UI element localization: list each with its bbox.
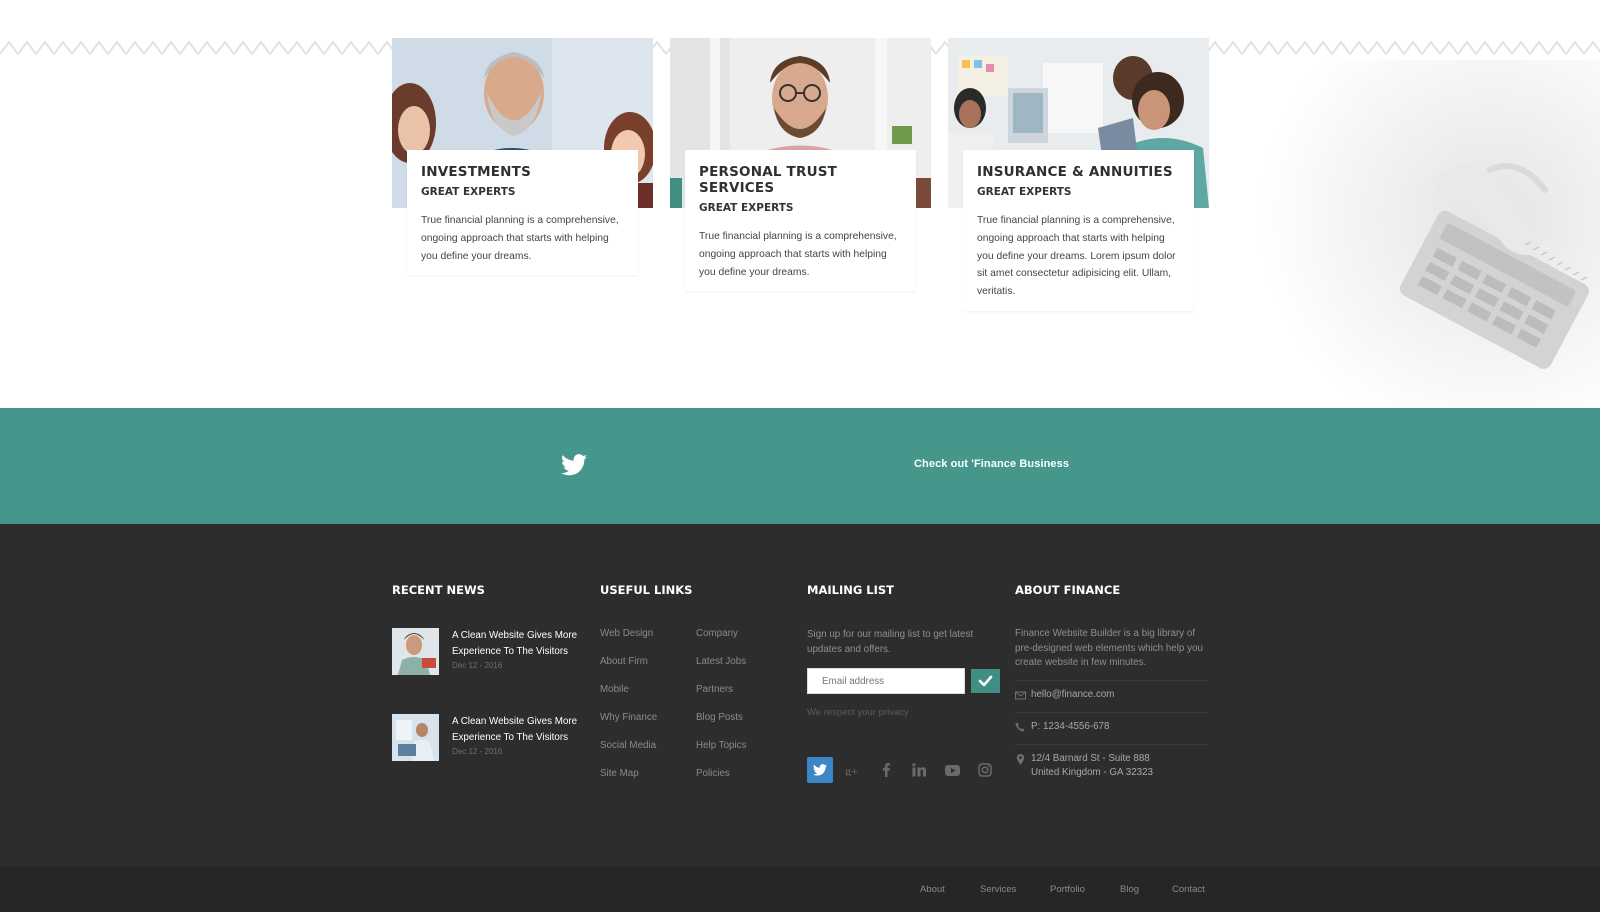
news-date: Dec 12 - 2016 [452,661,503,670]
footer-link[interactable]: Blog Posts [696,712,743,723]
service-card-body: INSURANCE & ANNUITIES GREAT EXPERTS True… [963,150,1194,311]
divider [1015,680,1207,681]
news-item[interactable]: A Clean Website Gives More Experience To… [392,628,592,678]
services-section: INVESTMENTS GREAT EXPERTS True financial… [0,0,1600,408]
bottom-link-contact[interactable]: Contact [1172,884,1205,895]
phone-icon [1015,722,1025,732]
address-line-2: United Kingdom - GA 32323 [1031,767,1153,778]
linkedin-icon[interactable] [906,757,932,783]
service-description: True financial planning is a comprehensi… [699,231,897,278]
service-card-body: INVESTMENTS GREAT EXPERTS True financial… [407,150,638,276]
footer-link[interactable]: Help Topics [696,740,746,751]
address-line-1: 12/4 Barnard St - Suite 888 [1031,753,1150,764]
useful-links-heading: USEFUL LINKS [600,583,693,597]
service-description: True financial planning is a comprehensi… [977,215,1176,298]
svg-text:g+: g+ [845,764,858,776]
facebook-icon[interactable] [873,757,899,783]
footer-link[interactable]: About Firm [600,656,648,667]
news-thumbnail[interactable] [392,714,439,761]
about-description: Finance Website Builder is a big library… [1015,628,1203,668]
bottom-link-blog[interactable]: Blog [1120,884,1139,895]
contact-email-value[interactable]: hello@finance.com [1031,688,1114,702]
service-card-body: PERSONAL TRUST SERVICES GREAT EXPERTS Tr… [685,150,916,292]
about-finance-heading: ABOUT FINANCE [1015,583,1121,597]
news-title[interactable]: A Clean Website Gives More Experience To… [452,714,592,745]
news-date: Dec 12 - 2016 [452,747,503,756]
recent-news-heading: RECENT NEWS [392,583,485,597]
subscribe-button[interactable] [971,669,1000,693]
footer-link[interactable]: Mobile [600,684,629,695]
mailing-list-description: Sign up for our mailing list to get late… [807,629,974,655]
site-footer [0,524,1600,867]
bottom-link-services[interactable]: Services [980,884,1016,895]
checkmark-icon [978,675,993,687]
footer-link[interactable]: Policies [696,768,730,779]
footer-link[interactable]: Partners [696,684,733,695]
contact-phone-value: P: 1234-4556-678 [1031,721,1110,732]
footer-link[interactable]: Web Design [600,628,653,639]
service-title: PERSONAL TRUST SERVICES [699,164,838,196]
service-subtitle: GREAT EXPERTS [977,186,1072,198]
footer-link[interactable]: Company [696,628,738,639]
footer-link[interactable]: Latest Jobs [696,656,746,667]
email-input[interactable] [807,668,965,694]
service-title: INVESTMENTS [421,164,532,180]
bottom-nav-bar [0,867,1600,912]
mailing-list-heading: MAILING LIST [807,583,895,597]
service-subtitle: GREAT EXPERTS [699,202,794,214]
twitter-feed-bar [0,408,1600,524]
footer-link[interactable]: Social Media [600,740,656,751]
bottom-link-about[interactable]: About [920,884,945,895]
twitter-icon[interactable] [807,757,833,783]
news-item[interactable]: A Clean Website Gives More Experience To… [392,714,592,764]
news-title[interactable]: A Clean Website Gives More Experience To… [452,628,592,659]
footer-link[interactable]: Site Map [600,768,639,779]
instagram-icon[interactable] [972,757,998,783]
service-description: True financial planning is a comprehensi… [421,215,619,262]
service-title: INSURANCE & ANNUITIES [977,164,1173,180]
envelope-icon [1015,691,1026,700]
footer-link[interactable]: Why Finance [600,712,657,723]
youtube-icon[interactable] [939,757,965,783]
google-plus-icon[interactable]: g+ [840,757,866,783]
divider [1015,712,1207,713]
privacy-note: We respect your privacy [807,707,909,718]
map-pin-icon [1016,754,1025,765]
calculator-decoration [1240,60,1600,408]
twitter-feed-text[interactable]: Check out 'Finance Business [914,458,1069,470]
news-thumbnail[interactable] [392,628,439,675]
divider [1015,744,1207,745]
service-subtitle: GREAT EXPERTS [421,186,516,198]
twitter-bird-icon[interactable] [561,454,587,476]
bottom-link-portfolio[interactable]: Portfolio [1050,884,1085,895]
